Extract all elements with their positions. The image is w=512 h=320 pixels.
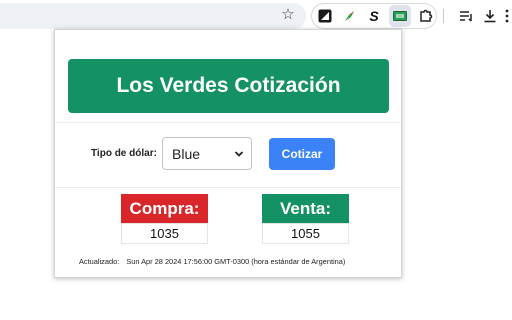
divider xyxy=(55,122,401,123)
updated-timestamp: Actualizado: Sun Apr 28 2024 17:56:00 GM… xyxy=(79,257,350,266)
dollar-type-selected-value: Blue xyxy=(172,145,201,162)
download-icon[interactable] xyxy=(480,6,500,26)
sell-value: 1055 xyxy=(262,223,349,244)
divider xyxy=(55,187,401,188)
los-verdes-extension-icon[interactable] xyxy=(389,5,411,27)
address-bar[interactable] xyxy=(0,3,306,29)
toolbar-separator xyxy=(443,9,444,23)
sell-label: Venta: xyxy=(262,194,349,223)
dollar-type-label: Tipo de dólar: xyxy=(91,148,157,159)
popup-title: Los Verdes Cotización xyxy=(68,59,389,113)
chevron-down-icon xyxy=(234,151,244,157)
buy-value: 1035 xyxy=(121,223,208,244)
feather-icon[interactable] xyxy=(340,6,360,26)
dollar-s-icon[interactable]: S xyxy=(364,6,384,26)
dollar-type-select[interactable]: Blue xyxy=(162,137,252,170)
browser-toolbar: ☆ S xyxy=(0,0,512,32)
screenshot-icon[interactable] xyxy=(315,6,335,26)
extension-popup: Los Verdes Cotización Tipo de dólar: Blu… xyxy=(54,29,402,278)
more-icon[interactable] xyxy=(502,6,512,26)
bookmark-star-icon[interactable]: ☆ xyxy=(278,5,298,25)
buy-label: Compra: xyxy=(121,194,208,223)
reading-list-icon[interactable] xyxy=(456,6,476,26)
updated-label: Actualizado: xyxy=(79,257,120,266)
updated-value: Sun Apr 28 2024 17:56:00 GMT-0300 (hora … xyxy=(126,257,346,266)
puzzle-icon[interactable] xyxy=(415,6,435,26)
quote-button[interactable]: Cotizar xyxy=(269,138,335,170)
